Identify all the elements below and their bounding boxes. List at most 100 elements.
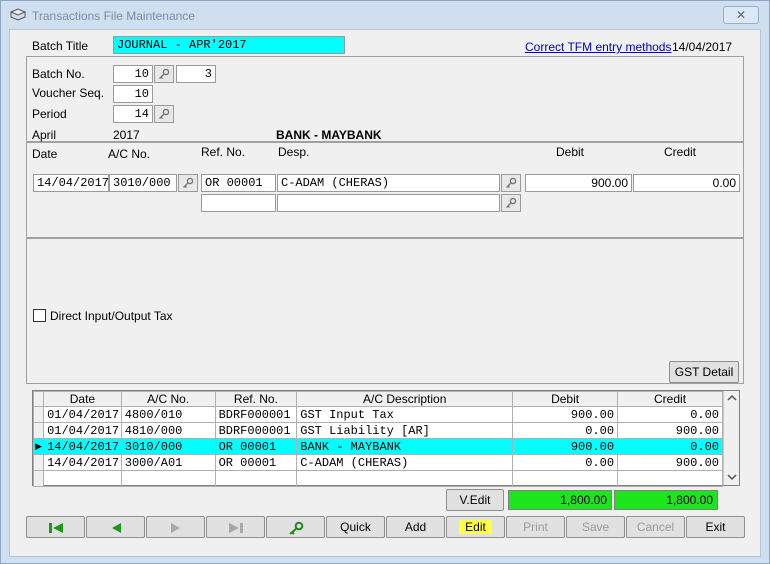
grid-header-date[interactable]: Date [43,391,122,407]
tfm-methods-link[interactable]: Correct TFM entry methods [525,40,671,54]
entry2-desp-input[interactable] [277,194,500,212]
grid-header-debit[interactable]: Debit [512,391,619,407]
grid-header-credit[interactable]: Credit [617,391,723,407]
grid-header-acno[interactable]: A/C No. [120,391,216,407]
table-row[interactable]: 01/04/2017 4800/010 BDRF000001 GST Input… [32,406,723,423]
cell-ref: BDRF000001 [214,422,298,439]
cell-debit: 0.00 [512,454,619,471]
key-icon [183,177,194,188]
vedit-button[interactable]: V.Edit [446,489,504,511]
app-window: Transactions File Maintenance ✕ Batch Ti… [0,0,770,564]
entry2-refno-input[interactable] [201,194,276,212]
cell-credit: 0.00 [617,406,723,423]
cell-ref: OR 00001 [214,454,298,471]
add-button[interactable]: Add [386,516,445,538]
cell-credit: 900.00 [617,422,723,439]
cancel-button[interactable]: Cancel [626,516,685,538]
cell-empty [120,470,216,487]
cell-date: 14/04/2017 [43,438,122,455]
cell-desc: C-ADAM (CHERAS) [296,454,514,471]
edit-button-label: Edit [459,520,492,534]
table-row-empty[interactable] [32,470,723,487]
entry-desp-input[interactable]: C-ADAM (CHERAS) [277,174,500,192]
entry-acno-lookup-button[interactable] [178,174,198,192]
period-lookup-button[interactable] [154,105,174,123]
table-row[interactable]: 01/04/2017 4810/000 BDRF000001 GST Liabi… [32,422,723,439]
cell-ref: BDRF000001 [214,406,298,423]
account-name-label: BANK - MAYBANK [276,128,382,142]
cell-desc: BANK - MAYBANK [296,438,514,455]
scroll-down-icon[interactable] [727,473,737,481]
grid-vertical-scrollbar[interactable] [723,391,739,485]
table-row[interactable]: 14/04/2017 3000/A01 OR 00001 C-ADAM (CHE… [32,454,723,471]
previous-record-button[interactable] [86,516,145,538]
save-button[interactable]: Save [566,516,625,538]
batch-no-input[interactable]: 10 [113,65,153,83]
first-record-icon [48,522,63,533]
gst-detail-button[interactable]: GST Detail [669,361,739,383]
entry-date-input[interactable]: 14/04/2017 [33,174,109,192]
app-icon [9,8,27,22]
quick-button[interactable]: Quick [326,516,385,538]
cell-empty [617,470,723,487]
entry-refno-input[interactable]: OR 00001 [201,174,276,192]
transactions-table: Date A/C No. Ref. No. A/C Description De… [32,391,723,487]
batch-title-input[interactable]: JOURNAL - APR'2017 [113,36,345,54]
cell-empty [296,470,514,487]
exit-button[interactable]: Exit [686,516,745,538]
transactions-grid: Date A/C No. Ref. No. A/C Description De… [32,390,740,487]
total-debit: 1,800.00 [508,490,612,510]
cell-empty [512,470,619,487]
entry2-desp-lookup-button[interactable] [501,194,521,212]
key-icon [288,521,303,535]
find-button[interactable] [266,516,325,538]
close-button[interactable]: ✕ [723,6,759,24]
direct-tax-checkbox[interactable] [33,309,46,322]
next-record-button[interactable] [146,516,205,538]
cell-date: 01/04/2017 [43,422,122,439]
entry-acno-header: A/C No. [108,147,151,161]
year-label: 2017 [113,128,140,142]
entry-acno-input[interactable]: 3010/000 [109,174,177,192]
first-record-button[interactable] [26,516,85,538]
direct-tax-label: Direct Input/Output Tax [50,309,173,323]
print-button[interactable]: Print [506,516,565,538]
cell-acno: 3010/000 [120,438,216,455]
voucher-seq-input[interactable]: 10 [113,85,153,103]
batch-no-extra-input[interactable]: 3 [176,65,216,83]
previous-record-icon [111,522,121,533]
period-label: Period [32,107,67,121]
grid-indicator-header [32,391,45,407]
voucher-seq-label: Voucher Seq. [32,86,105,100]
grid-header-refno[interactable]: Ref. No. [214,391,298,407]
key-icon [159,68,170,79]
scroll-up-icon[interactable] [727,394,737,402]
cell-ref: OR 00001 [214,438,298,455]
table-row-selected[interactable]: ▶ 14/04/2017 3010/000 OR 00001 BANK - MA… [32,438,723,455]
key-icon [506,177,517,188]
cell-debit: 900.00 [512,406,619,423]
month-label: April [32,128,57,142]
title-bar: Transactions File Maintenance ✕ [2,2,768,29]
entry-credit-input[interactable]: 0.00 [633,174,740,192]
batch-no-label: Batch No. [32,67,85,81]
cell-date: 01/04/2017 [43,406,122,423]
row-indicator [32,422,45,439]
cell-desc: GST Liability [AR] [296,422,514,439]
grid-header-description[interactable]: A/C Description [296,391,514,407]
last-record-button[interactable] [206,516,265,538]
entry-desp-lookup-button[interactable] [501,174,521,192]
close-icon: ✕ [735,8,747,22]
cell-debit: 900.00 [512,438,619,455]
entry-debit-header: Debit [556,145,585,159]
batch-no-lookup-button[interactable] [154,65,174,83]
key-icon [506,197,517,208]
entry-credit-header: Credit [664,145,697,159]
row-indicator-arrow-icon: ▶ [32,438,45,455]
entry-debit-input[interactable]: 900.00 [525,174,632,192]
cell-acno: 4810/000 [120,422,216,439]
period-input[interactable]: 14 [113,105,153,123]
cell-debit: 0.00 [512,422,619,439]
last-record-icon [228,522,243,533]
edit-button[interactable]: Edit [446,516,505,538]
